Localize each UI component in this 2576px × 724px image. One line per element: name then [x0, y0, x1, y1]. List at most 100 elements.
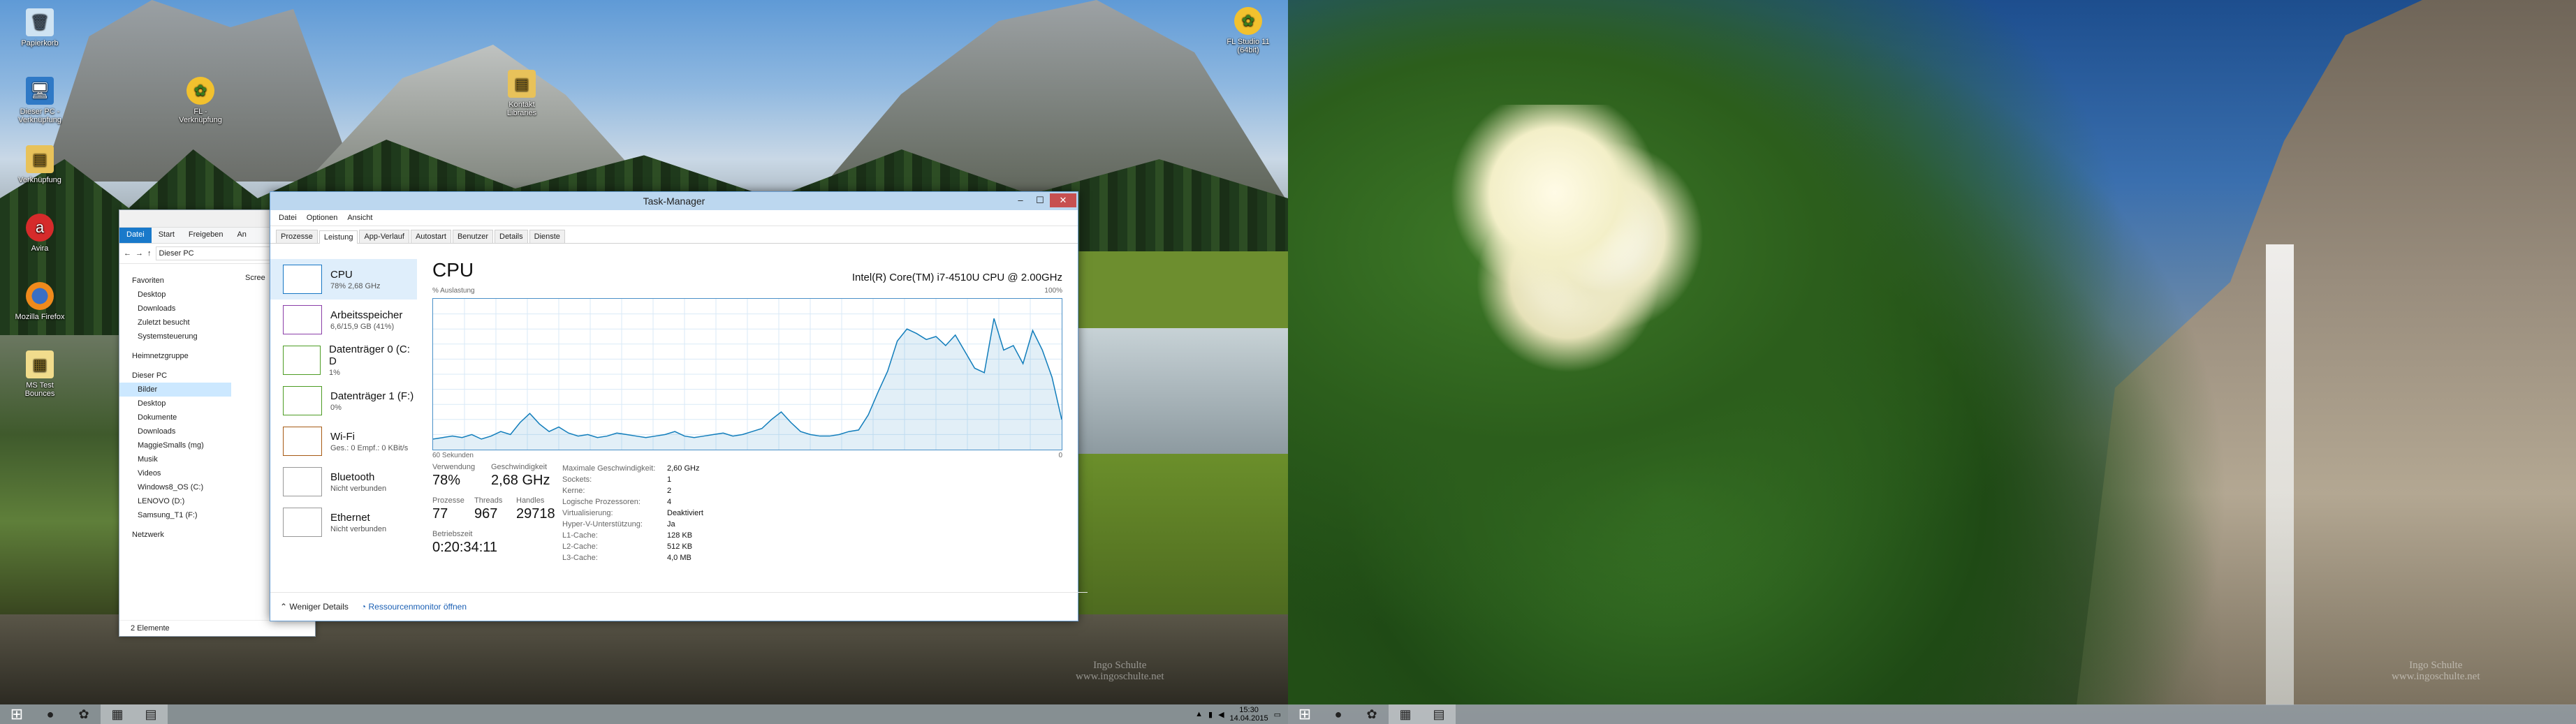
nav-network[interactable]: Netzwerk [119, 528, 231, 542]
resource-thumbnail [283, 508, 322, 537]
stat-value: 2,68 GHz [491, 473, 550, 488]
desktop-icon-kontakt-libraries[interactable]: ▤ Kontakt Libraries [496, 70, 548, 117]
tab-services[interactable]: Dienste [529, 230, 565, 243]
tab-details[interactable]: Details [495, 230, 528, 243]
desktop-icon-shortcut[interactable]: ▤ Verknüpfung [14, 145, 66, 184]
resource-subtitle: 78% 2,68 GHz [330, 281, 381, 290]
nav-item[interactable]: LENOVO (D:) [119, 494, 231, 508]
ribbon-tab-file[interactable]: Datei [119, 228, 152, 243]
taskbar-firefox-icon[interactable]: ● [34, 704, 67, 724]
nav-item[interactable]: Musik [119, 452, 231, 466]
back-arrow-icon[interactable]: ← [124, 249, 131, 258]
nav-item[interactable]: Samsung_T1 (F:) [119, 508, 231, 522]
close-icon[interactable]: ✕ [1050, 193, 1076, 207]
tab-app-history[interactable]: App-Verlauf [359, 230, 409, 243]
detail-key: Hyper-V-Unterstützung: [562, 520, 643, 529]
up-arrow-icon[interactable]: ↑ [147, 249, 152, 258]
task-manager-titlebar[interactable]: Task-Manager – ☐ ✕ [270, 192, 1078, 210]
resource-item[interactable]: Arbeitsspeicher 6,6/15,9 GB (41%) [270, 300, 417, 340]
nav-item[interactable]: Windows8_OS (C:) [119, 480, 231, 494]
cpu-detail-row: Hyper-V-Unterstützung: Ja [562, 519, 744, 530]
taskbar-firefox-icon[interactable]: ● [1322, 704, 1355, 724]
resource-item[interactable]: Wi-Fi Ges.: 0 Empf.: 0 KBit/s [270, 421, 417, 461]
taskbar-fl-studio-icon[interactable]: ✿ [1355, 704, 1389, 724]
nav-item[interactable]: Downloads [119, 302, 231, 316]
tab-performance[interactable]: Leistung [319, 230, 358, 244]
nav-homegroup[interactable]: Heimnetzgruppe [119, 349, 231, 363]
desktop-icon-recycle-bin[interactable]: 🗑 Papierkorb [14, 8, 66, 47]
monitor-right: Ingo Schulte www.ingoschulte.net ⊞ ● ✿ ▦… [1288, 0, 2576, 724]
taskbar-explorer-icon[interactable]: ▤ [1422, 704, 1456, 724]
tray-clock[interactable]: 15:30 14.04.2015 [1230, 706, 1268, 723]
resource-item[interactable]: CPU 78% 2,68 GHz [270, 259, 417, 300]
desktop-icon-label: FL Studio 11 (64bit) [1227, 38, 1270, 54]
stat-speed: Geschwindigkeit 2,68 GHz [491, 463, 550, 489]
tray-chevron-icon[interactable]: ▲ [1195, 710, 1203, 718]
fewer-details-button[interactable]: ⌃ Weniger Details [280, 602, 349, 612]
taskbar-explorer-icon[interactable]: ▤ [134, 704, 168, 724]
x-axis-label: 60 Sekunden [432, 452, 474, 459]
ribbon-tab-share[interactable]: Freigeben [182, 228, 230, 243]
detail-value: Ja [667, 520, 675, 529]
nav-item[interactable]: Desktop [119, 397, 231, 411]
task-manager-window[interactable]: Task-Manager – ☐ ✕ Datei Optionen Ansich… [270, 191, 1088, 621]
maximize-icon[interactable]: ☐ [1030, 193, 1050, 207]
nav-item[interactable]: Videos [119, 466, 231, 480]
desktop-icon-label: Kontakt Libraries [506, 101, 537, 117]
notification-icon[interactable]: ▭ [1274, 710, 1281, 719]
explorer-content-item[interactable]: Scree [231, 264, 265, 546]
x-axis-min: 0 [1058, 452, 1062, 459]
stat-label: Handles [516, 496, 545, 505]
stat-label: Betriebszeit [432, 530, 473, 538]
ribbon-tab-start[interactable]: Start [152, 228, 182, 243]
forward-arrow-icon[interactable]: → [136, 249, 143, 258]
stat-value: 77 [432, 506, 448, 522]
resource-subtitle: 1% [328, 369, 340, 377]
tab-users[interactable]: Benutzer [452, 230, 493, 243]
nav-item[interactable]: Downloads [119, 424, 231, 438]
desktop-icon-label: Verknüpfung [18, 176, 61, 184]
cpu-detail-row: L1-Cache: 128 KB [562, 530, 744, 541]
taskbar-task-manager-icon[interactable]: ▦ [101, 704, 134, 724]
nav-this-pc[interactable]: Dieser PC [119, 369, 231, 383]
nav-item[interactable]: Zuletzt besucht [119, 316, 231, 330]
taskbar-task-manager-icon[interactable]: ▦ [1389, 704, 1422, 724]
nav-item[interactable]: MaggieSmalls (mg) [119, 438, 231, 452]
resource-item[interactable]: Bluetooth Nicht verbunden [270, 461, 417, 502]
cpu-detail-row: Logische Prozessoren: 4 [562, 496, 744, 508]
tray-network-icon[interactable]: ▮ [1208, 710, 1213, 719]
desktop-icon-fl[interactable]: ✿ FL - Verknüpfung [175, 77, 226, 124]
nav-favorites[interactable]: Favoriten [119, 274, 231, 288]
desktop-icon-ms-test-bounces[interactable]: ▦ MS Test Bounces [14, 350, 66, 398]
desktop-icon-this-pc[interactable]: 🖥 Dieser PC - Verknüpfung [14, 77, 66, 124]
menu-view[interactable]: Ansicht [347, 214, 372, 222]
resource-item[interactable]: Ethernet Nicht verbunden [270, 502, 417, 542]
menu-file[interactable]: Datei [279, 214, 297, 222]
nav-item-selected[interactable]: Bilder [119, 383, 231, 397]
explorer-status-bar: 2 Elemente [119, 620, 315, 636]
menu-bar: Datei Optionen Ansicht [270, 210, 1078, 226]
wallpaper-azalea-waterfall [1288, 0, 2576, 724]
resource-thumbnail [283, 386, 322, 415]
nav-item[interactable]: Systemsteuerung [119, 330, 231, 343]
desktop-icon-avira[interactable]: a Avira [14, 214, 66, 253]
minimize-icon[interactable]: – [1011, 193, 1030, 207]
ribbon-tab-view[interactable]: An [230, 228, 253, 243]
resource-monitor-link[interactable]: ◔ Ressourcenmonitor öffnen [361, 602, 467, 612]
tray-volume-icon[interactable]: ◀ [1218, 710, 1224, 719]
avira-icon: a [26, 214, 54, 242]
desktop-icon-firefox[interactable]: Mozilla Firefox [14, 282, 66, 321]
desktop-icon-fl-studio-11[interactable]: ✿ FL Studio 11 (64bit) [1222, 7, 1274, 54]
tab-processes[interactable]: Prozesse [276, 230, 318, 243]
taskbar-fl-studio-icon[interactable]: ✿ [67, 704, 101, 724]
resource-item[interactable]: Datenträger 1 (F:) 0% [270, 381, 417, 421]
resource-item[interactable]: Datenträger 0 (C: D 1% [270, 340, 417, 381]
resource-title: Wi-Fi [330, 430, 355, 443]
nav-item[interactable]: Desktop [119, 288, 231, 302]
start-button-windows-icon[interactable]: ⊞ [0, 704, 34, 724]
menu-options[interactable]: Optionen [307, 214, 338, 222]
detail-value: 1 [667, 475, 672, 484]
start-button-windows-icon[interactable]: ⊞ [1288, 704, 1322, 724]
nav-item[interactable]: Dokumente [119, 411, 231, 424]
tab-startup[interactable]: Autostart [410, 230, 451, 243]
